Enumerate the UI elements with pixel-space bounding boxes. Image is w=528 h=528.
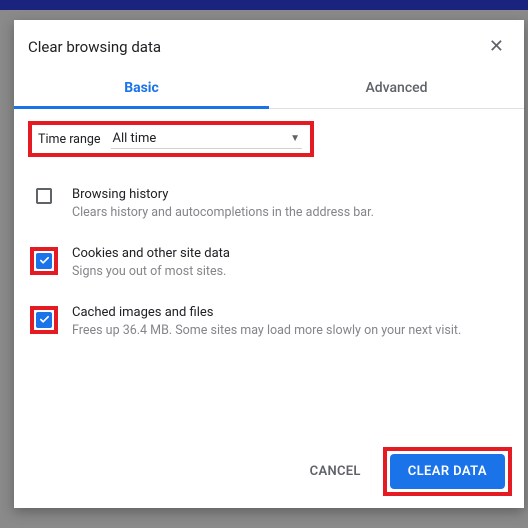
option-texts: Browsing history Clears history and autoc… (58, 187, 508, 222)
time-range-row: Time range All time ▼ (28, 121, 314, 157)
option-title: Browsing history (72, 187, 508, 202)
checkbox-wrap (30, 187, 58, 204)
dialog-footer: CANCEL CLEAR DATA (14, 435, 524, 508)
option-desc: Clears history and autocompletions in th… (72, 205, 508, 222)
options-list: Browsing history Clears history and autoc… (28, 175, 510, 352)
checkbox[interactable] (36, 312, 52, 328)
tab-advanced[interactable]: Advanced (269, 70, 524, 108)
checkbox[interactable] (36, 253, 52, 269)
time-range-value: All time (113, 131, 157, 146)
dialog-title: Clear browsing data (28, 38, 489, 56)
clear-browsing-data-dialog: Clear browsing data ✕ Basic Advanced Tim… (14, 20, 524, 508)
option-row: Cookies and other site data Signs you out… (28, 234, 510, 293)
clear-data-button[interactable]: CLEAR DATA (390, 454, 505, 489)
checkbox-wrap (30, 305, 58, 334)
cancel-button[interactable]: CANCEL (294, 454, 377, 489)
chevron-down-icon: ▼ (290, 133, 300, 144)
clear-data-highlight: CLEAR DATA (383, 447, 512, 496)
option-desc: Frees up 36.4 MB. Some sites may load mo… (72, 323, 508, 340)
browser-topbar (0, 0, 528, 10)
highlight-frame (30, 247, 58, 275)
option-row: Browsing history Clears history and autoc… (28, 175, 510, 234)
checkbox-wrap (30, 246, 58, 275)
close-icon[interactable]: ✕ (489, 38, 504, 56)
checkbox[interactable] (36, 188, 52, 204)
option-texts: Cached images and files Frees up 36.4 MB.… (58, 305, 508, 340)
dialog-header: Clear browsing data ✕ (14, 20, 524, 70)
option-texts: Cookies and other site data Signs you out… (58, 246, 508, 281)
option-desc: Signs you out of most sites. (72, 264, 508, 281)
option-row: Cached images and files Frees up 36.4 MB.… (28, 293, 510, 352)
option-title: Cached images and files (72, 305, 508, 320)
dialog-content: Time range All time ▼ Browsing history Cl… (14, 109, 524, 435)
time-range-label: Time range (34, 132, 105, 147)
highlight-frame (30, 306, 58, 334)
tabs: Basic Advanced (14, 70, 524, 109)
option-title: Cookies and other site data (72, 246, 508, 261)
time-range-select[interactable]: All time ▼ (111, 129, 302, 149)
tab-basic[interactable]: Basic (14, 70, 269, 108)
